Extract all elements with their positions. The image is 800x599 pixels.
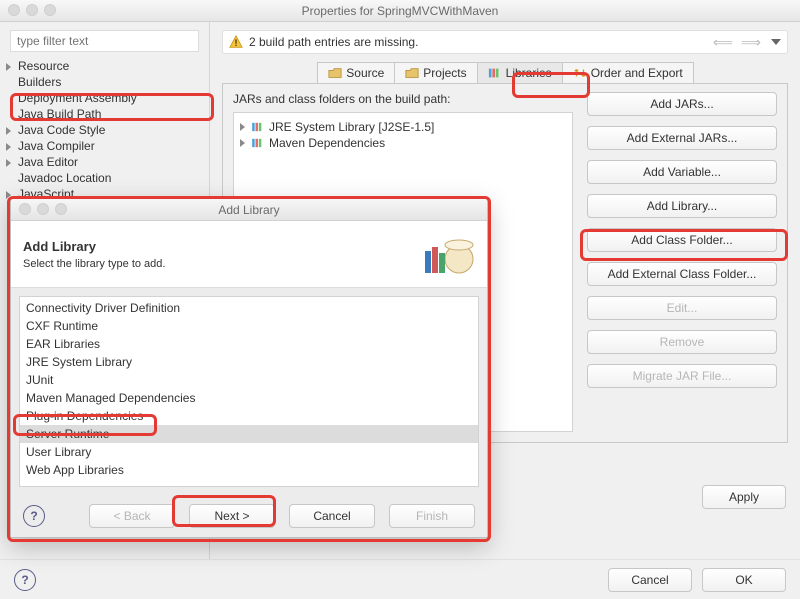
wizard-finish-button: Finish <box>389 504 475 528</box>
sidebar-item-java-code-style[interactable]: Java Code Style <box>12 122 201 138</box>
library-icon <box>251 138 265 148</box>
jar-entry-label: JRE System Library [J2SE-1.5] <box>269 120 434 134</box>
forward-arrow-icon[interactable]: ⟹ <box>739 34 763 51</box>
jars-heading: JARs and class folders on the build path… <box>233 92 573 106</box>
sidebar-item-label: Deployment Assembly <box>18 91 137 105</box>
zoom-dot[interactable] <box>44 4 56 16</box>
disclosure-triangle-icon[interactable] <box>240 123 245 131</box>
sidebar-item-label: Java Compiler <box>18 139 95 153</box>
ok-button[interactable]: OK <box>702 568 786 592</box>
tab-source[interactable]: Source <box>317 62 395 83</box>
apply-button[interactable]: Apply <box>702 485 786 509</box>
library-type-list[interactable]: Connectivity Driver Definition CXF Runti… <box>19 296 479 487</box>
add-jars-button[interactable]: Add JARs... <box>587 92 777 116</box>
add-class-folder-button[interactable]: Add Class Folder... <box>587 228 777 252</box>
wizard-next-button[interactable]: Next > <box>189 504 275 528</box>
add-external-class-folder-button[interactable]: Add External Class Folder... <box>587 262 777 286</box>
modal-header: Add Library Select the library type to a… <box>11 221 487 288</box>
list-item[interactable]: Connectivity Driver Definition <box>20 299 478 317</box>
help-icon[interactable]: ? <box>14 569 36 591</box>
wizard-cancel-button[interactable]: Cancel <box>289 504 375 528</box>
order-icon <box>573 66 587 80</box>
tab-libraries[interactable]: Libraries <box>477 62 563 83</box>
modal-heading: Add Library <box>23 239 165 254</box>
list-item[interactable]: CXF Runtime <box>20 317 478 335</box>
minimize-dot[interactable] <box>37 203 49 215</box>
close-dot[interactable] <box>19 203 31 215</box>
nav-arrows: ⟸ ⟹ <box>711 34 781 51</box>
folder-icon <box>405 66 419 80</box>
tab-label: Libraries <box>506 66 552 80</box>
minimize-dot[interactable] <box>26 4 38 16</box>
wizard-back-button: < Back <box>89 504 175 528</box>
sidebar-item-label: Java Editor <box>18 155 78 169</box>
apply-row: Apply <box>702 485 786 509</box>
jar-entry-label: Maven Dependencies <box>269 136 385 150</box>
window-traffic-lights <box>8 4 56 16</box>
remove-button: Remove <box>587 330 777 354</box>
list-item[interactable]: User Library <box>20 443 478 461</box>
library-wizard-icon <box>419 231 475 277</box>
add-external-jars-button[interactable]: Add External JARs... <box>587 126 777 150</box>
sidebar-item-label: Builders <box>18 75 61 89</box>
sidebar-item-java-build-path[interactable]: Java Build Path <box>12 106 201 122</box>
tab-label: Order and Export <box>591 66 683 80</box>
filter-input[interactable] <box>10 30 199 52</box>
list-item[interactable]: Maven Managed Dependencies <box>20 389 478 407</box>
modal-titlebar: Add Library <box>11 199 487 221</box>
tab-bar: Source Projects Libraries Order and Expo… <box>222 62 788 83</box>
disclosure-triangle-icon[interactable] <box>240 139 245 147</box>
migrate-jar-button: Migrate JAR File... <box>587 364 777 388</box>
warning-icon <box>229 35 243 49</box>
sidebar-item-deployment-assembly[interactable]: Deployment Assembly <box>12 90 201 106</box>
sidebar-item-builders[interactable]: Builders <box>12 74 201 90</box>
add-library-dialog: Add Library Add Library Select the libra… <box>10 198 488 538</box>
sidebar-item-label: Java Code Style <box>18 123 105 137</box>
sidebar-item-label: Javadoc Location <box>18 171 111 185</box>
warning-row: 2 build path entries are missing. ⟸ ⟹ <box>222 30 788 54</box>
cancel-button[interactable]: Cancel <box>608 568 692 592</box>
close-dot[interactable] <box>8 4 20 16</box>
help-icon[interactable]: ? <box>23 505 45 527</box>
tab-order-export[interactable]: Order and Export <box>562 62 694 83</box>
edit-button: Edit... <box>587 296 777 320</box>
list-item[interactable]: JRE System Library <box>20 353 478 371</box>
list-item[interactable]: JUnit <box>20 371 478 389</box>
sidebar-item-javadoc-location[interactable]: Javadoc Location <box>12 170 201 186</box>
sidebar-item-label: Resource <box>18 59 69 73</box>
window-title: Properties for SpringMVCWithMaven <box>302 4 499 18</box>
add-library-button[interactable]: Add Library... <box>587 194 777 218</box>
modal-traffic-lights <box>19 203 67 215</box>
back-arrow-icon[interactable]: ⟸ <box>711 34 735 51</box>
sidebar-item-java-compiler[interactable]: Java Compiler <box>12 138 201 154</box>
window-titlebar: Properties for SpringMVCWithMaven <box>0 0 800 22</box>
dialog-footer: ? Cancel OK <box>0 559 800 599</box>
modal-title: Add Library <box>218 203 279 217</box>
tab-label: Source <box>346 66 384 80</box>
modal-subheading: Select the library type to add. <box>23 258 165 270</box>
sidebar-item-label: Java Build Path <box>18 107 101 121</box>
build-path-buttons: Add JARs... Add External JARs... Add Var… <box>587 92 777 432</box>
tab-projects[interactable]: Projects <box>394 62 477 83</box>
library-icon <box>251 122 265 132</box>
list-item-server-runtime[interactable]: Server Runtime <box>20 425 478 443</box>
dropdown-triangle-icon[interactable] <box>771 39 781 45</box>
list-item[interactable]: Plug-in Dependencies <box>20 407 478 425</box>
modal-footer: ? < Back Next > Cancel Finish <box>11 495 487 537</box>
sidebar-item-resource[interactable]: Resource <box>12 58 201 74</box>
tab-label: Projects <box>423 66 466 80</box>
list-item[interactable]: EAR Libraries <box>20 335 478 353</box>
jar-entry[interactable]: Maven Dependencies <box>240 135 566 151</box>
add-variable-button[interactable]: Add Variable... <box>587 160 777 184</box>
folder-icon <box>328 66 342 80</box>
list-item[interactable]: Web App Libraries <box>20 461 478 479</box>
jar-entry[interactable]: JRE System Library [J2SE-1.5] <box>240 119 566 135</box>
warning-text: 2 build path entries are missing. <box>249 35 418 49</box>
sidebar-tree: Resource Builders Deployment Assembly Ja… <box>0 58 209 202</box>
zoom-dot[interactable] <box>55 203 67 215</box>
sidebar-item-java-editor[interactable]: Java Editor <box>12 154 201 170</box>
library-icon <box>488 66 502 80</box>
